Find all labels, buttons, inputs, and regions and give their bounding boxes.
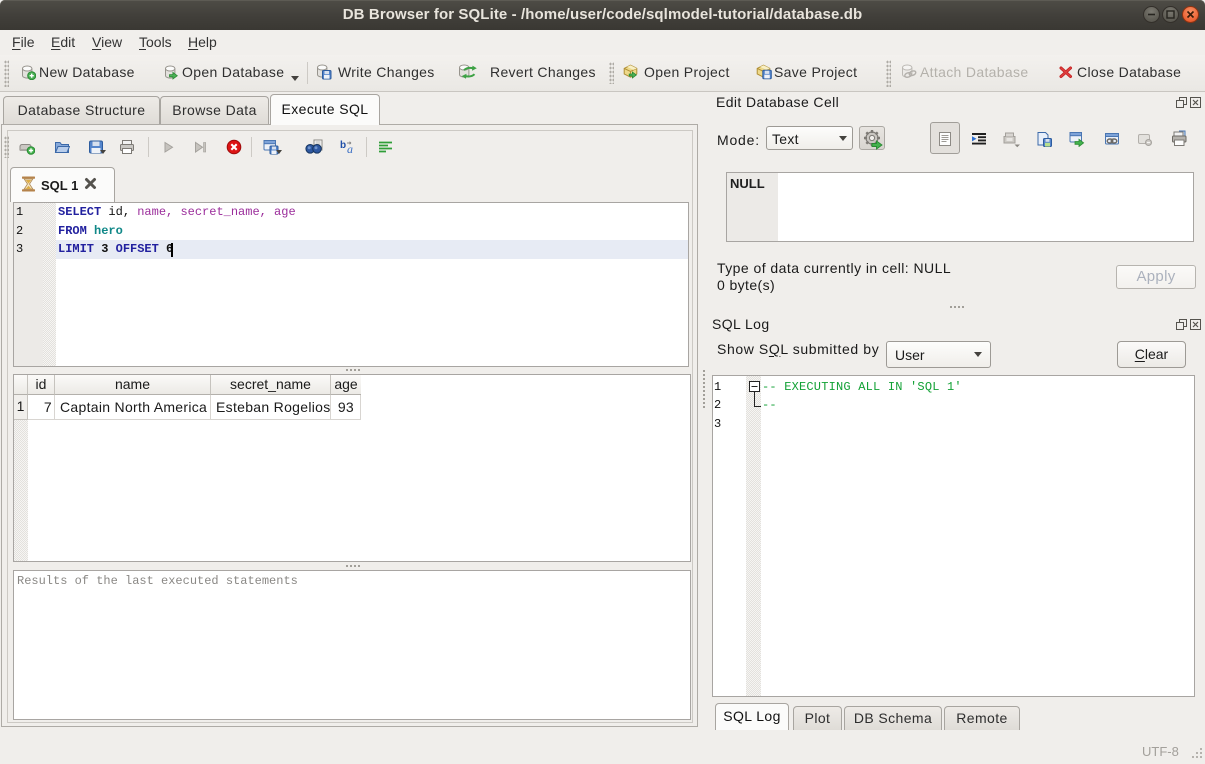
svg-text:b: b [340,140,346,151]
